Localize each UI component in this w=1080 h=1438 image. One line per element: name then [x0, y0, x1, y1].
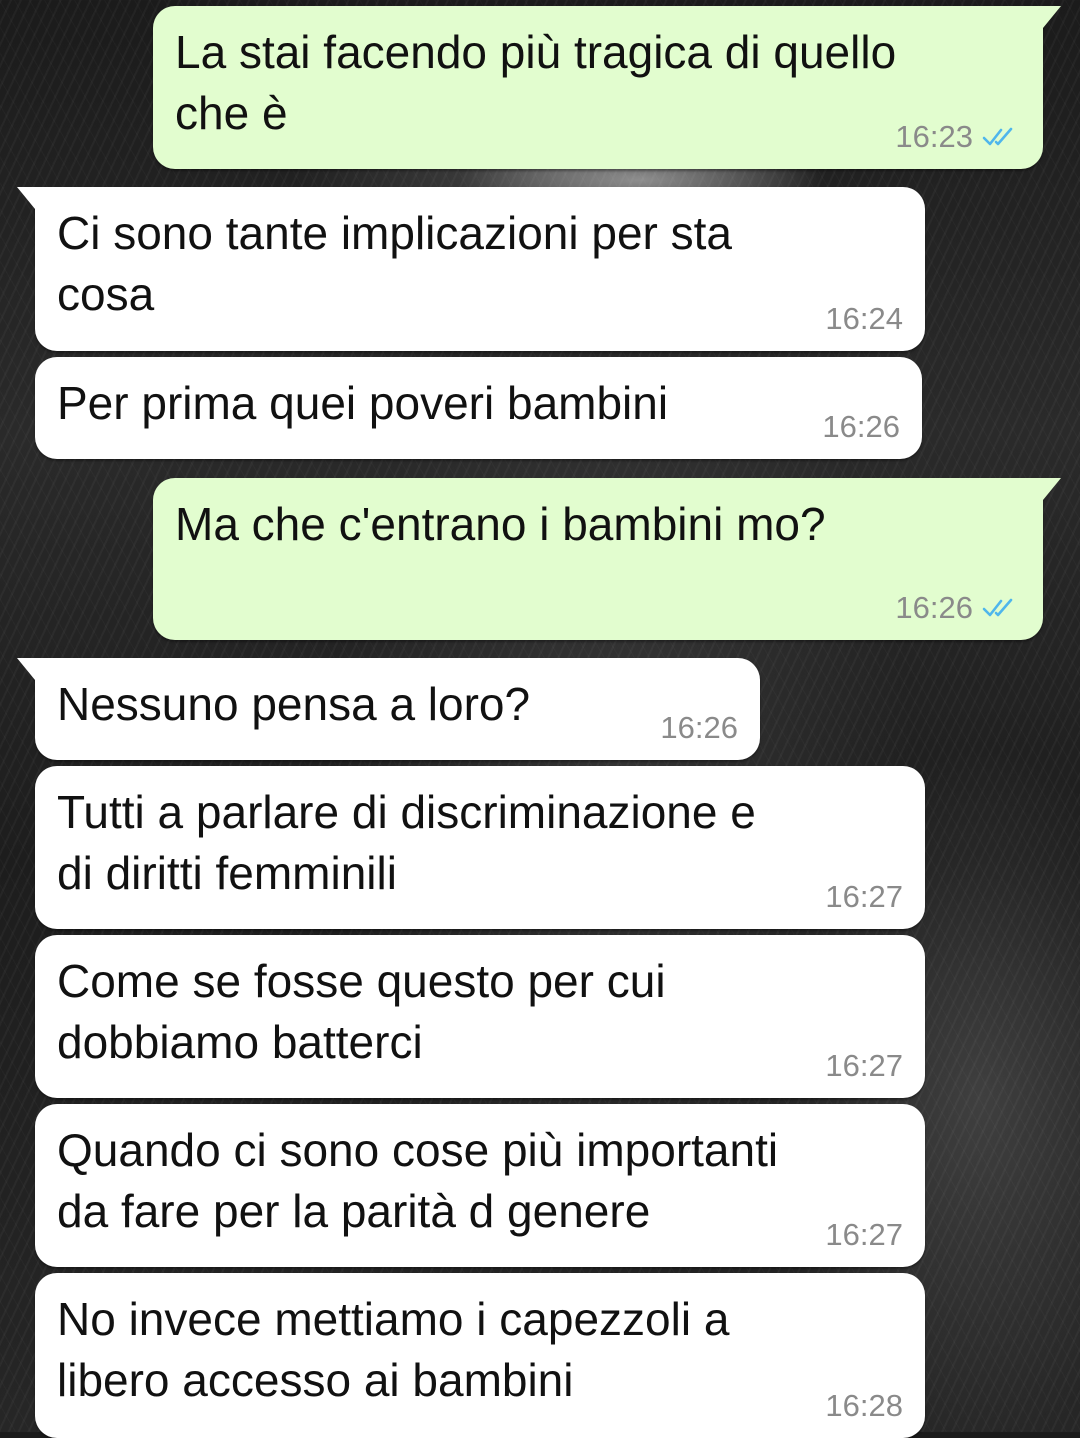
message-bubble-incoming[interactable]: Ci sono tante implicazioni per sta cosa …	[17, 187, 925, 351]
bubble-tail	[17, 187, 35, 209]
message-time: 16:27	[825, 1048, 903, 1083]
message-text: Come se fosse questo per cui dobbiamo ba…	[57, 955, 666, 1068]
message-time: 16:27	[825, 1217, 903, 1252]
message-time: 16:26	[660, 710, 738, 745]
read-ticks-icon	[982, 127, 1013, 146]
message-bubble-outgoing[interactable]: Ma che c'entrano i bambini mo? 16:26	[153, 478, 1061, 640]
message-bubble-incoming[interactable]: Come se fosse questo per cui dobbiamo ba…	[35, 935, 925, 1098]
message-bubble-incoming[interactable]: Tutti a parlare di discriminazione e di …	[35, 766, 925, 929]
message-text: La stai facendo più tragica di quello ch…	[175, 26, 897, 139]
message-time: 16:24	[825, 301, 903, 336]
message-time: 16:28	[825, 1388, 903, 1423]
message-bubble-incoming[interactable]: No invece mettiamo i capezzoli a libero …	[35, 1273, 925, 1438]
message-text: Per prima quei poveri bambini	[57, 377, 669, 429]
bubble-tail	[1043, 478, 1061, 500]
bubble-tail	[1043, 6, 1061, 28]
message-text: Quando ci sono cose più importanti da fa…	[57, 1124, 779, 1237]
message-text: Tutti a parlare di discriminazione e di …	[57, 786, 756, 899]
message-bubble-outgoing[interactable]: La stai facendo più tragica di quello ch…	[153, 6, 1061, 169]
message-time: 16:26	[822, 409, 900, 444]
message-text: No invece mettiamo i capezzoli a libero …	[57, 1293, 730, 1406]
message-text: Nessuno pensa a loro?	[57, 678, 531, 730]
message-bubble-incoming[interactable]: Nessuno pensa a loro? 16:26	[17, 658, 760, 760]
message-time: 16:27	[825, 879, 903, 914]
read-ticks-icon	[982, 598, 1013, 617]
message-bubble-incoming[interactable]: Quando ci sono cose più importanti da fa…	[35, 1104, 925, 1267]
message-text: Ma che c'entrano i bambini mo?	[175, 498, 826, 550]
message-bubble-incoming[interactable]: Per prima quei poveri bambini 16:26	[35, 357, 922, 459]
message-text: Ci sono tante implicazioni per sta cosa	[57, 207, 732, 320]
message-time: 16:23	[895, 119, 973, 154]
bubble-tail	[17, 658, 35, 680]
message-time: 16:26	[895, 590, 973, 625]
